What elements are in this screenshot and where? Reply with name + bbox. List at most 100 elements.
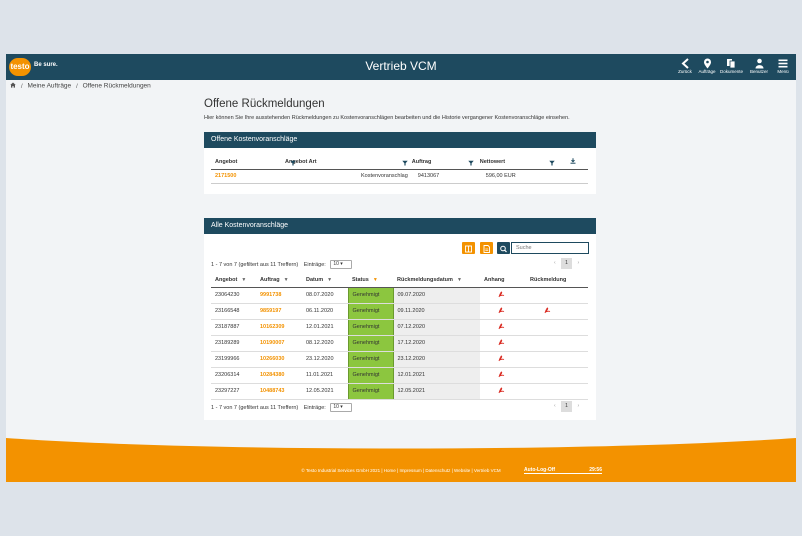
table-row[interactable]: 23189289 10190007 08.12.2020 Genehmigt 17.12… xyxy=(211,335,588,352)
quote-number: 23199966 xyxy=(211,351,256,368)
table-row[interactable]: 2171500 Kostenvoranschlag 9413067 596,00… xyxy=(211,169,588,184)
pager-top: ‹ 1 › xyxy=(554,258,579,269)
next-page-button[interactable]: › xyxy=(577,403,579,409)
response-cell xyxy=(526,335,588,352)
response-cell xyxy=(526,351,588,368)
home-icon[interactable] xyxy=(10,82,16,88)
nav-menu-label: Menü xyxy=(777,69,789,74)
col-datum[interactable]: Datum ▼ xyxy=(302,274,348,288)
table-row[interactable]: 23297227 10488743 12.05.2021 Genehmigt 12.05… xyxy=(211,383,588,400)
table-row[interactable]: 23199966 10266030 23.12.2020 Genehmigt 23.12… xyxy=(211,351,588,368)
table-row[interactable]: 23187887 10162309 12.01.2021 Genehmigt 07.12… xyxy=(211,319,588,336)
quote-number: 23297227 xyxy=(211,383,256,400)
search-input[interactable] xyxy=(511,242,589,254)
filter-info: 1 - 7 von 7 (gefiltert aus 11 Treffern) xyxy=(211,261,299,268)
order-link[interactable]: 10284380 xyxy=(260,372,284,378)
quote-link[interactable]: 2171500 xyxy=(215,173,236,179)
response-date: 12.01.2021 xyxy=(393,367,480,384)
quote-type: Kostenvoranschlag xyxy=(281,169,408,184)
response-date: 09.07.2020 xyxy=(393,287,480,304)
nav-documents-label: Dokumente xyxy=(720,69,744,74)
breadcrumb-my-orders[interactable]: Meine Aufträge xyxy=(27,83,71,90)
col-angebot[interactable]: Angebot xyxy=(211,156,281,170)
entries-select[interactable]: 10 ▾ xyxy=(330,403,353,412)
columns-icon xyxy=(465,245,472,253)
entries-label: Einträge: xyxy=(303,261,326,268)
pdf-icon[interactable] xyxy=(498,323,505,330)
table-row[interactable]: 23166548 9859197 06.11.2020 Genehmigt 09.11.… xyxy=(211,303,588,320)
attachment-cell xyxy=(480,367,526,384)
filter-icon[interactable] xyxy=(402,160,408,166)
pdf-icon[interactable] xyxy=(498,339,505,346)
nav-documents-button[interactable]: Dokumente xyxy=(720,56,744,78)
open-quotes-panel: Offene Kostenvoranschläge Angebot Angebo… xyxy=(204,132,596,194)
order-link[interactable]: 10190007 xyxy=(260,340,284,346)
pdf-icon[interactable] xyxy=(498,387,505,394)
nav-menu-button[interactable]: Menü xyxy=(772,56,794,78)
pdf-icon[interactable] xyxy=(498,371,505,378)
quote-date: 12.05.2021 xyxy=(302,383,348,400)
table-row[interactable]: 23206314 10284380 11.01.2021 Genehmigt 12.01… xyxy=(211,367,588,384)
prev-page-button[interactable]: ‹ xyxy=(554,260,556,266)
col-rueckmeldungsdatum[interactable]: Rückmeldungsdatum ▼ xyxy=(393,274,480,288)
page-1-button[interactable]: 1 xyxy=(561,258,573,269)
pdf-icon[interactable] xyxy=(498,355,505,362)
col-status[interactable]: Status ▼ xyxy=(348,274,393,288)
pdf-icon[interactable] xyxy=(498,307,505,314)
table-info-bottom: 1 - 7 von 7 (gefiltert aus 11 Treffern) … xyxy=(211,403,353,412)
col-rueckmeldung: Rückmeldung xyxy=(526,274,588,288)
col-actions xyxy=(559,156,588,170)
attachment-cell xyxy=(480,287,526,304)
response-cell xyxy=(526,287,588,304)
filter-icon[interactable] xyxy=(290,160,296,166)
order-link[interactable]: 10266030 xyxy=(260,356,284,362)
status-badge: Genehmigt xyxy=(347,351,394,368)
status-badge: Genehmigt xyxy=(347,367,394,384)
response-date: 12.05.2021 xyxy=(393,383,480,400)
page-title: Offene Rückmeldungen xyxy=(204,98,325,110)
col-auftrag[interactable]: Auftrag xyxy=(407,156,476,170)
response-date: 09.11.2020 xyxy=(393,303,480,320)
response-cell xyxy=(526,383,588,400)
nav-back-button[interactable]: Zurück xyxy=(674,56,696,78)
col-angebot[interactable]: Angebot ▼ xyxy=(211,274,256,288)
prev-page-button[interactable]: ‹ xyxy=(554,403,556,409)
order-number: 9413067 xyxy=(407,169,476,184)
pdf-icon[interactable] xyxy=(498,291,505,298)
entries-select[interactable]: 10 ▾ xyxy=(330,260,353,269)
table-row[interactable]: 23064230 9991738 08.07.2020 Genehmigt 09.07.… xyxy=(211,287,588,304)
col-nettowert[interactable]: Nettowert xyxy=(475,156,560,170)
order-link[interactable]: 9859197 xyxy=(260,308,281,314)
nav-user-button[interactable]: Benutzer xyxy=(748,56,770,78)
response-cell xyxy=(526,303,588,320)
next-page-button[interactable]: › xyxy=(577,260,579,266)
pager-bottom: ‹ 1 › xyxy=(554,401,579,412)
nav-orders-button[interactable]: Aufträge xyxy=(696,56,718,78)
order-link[interactable]: 10162309 xyxy=(260,324,284,330)
status-badge: Genehmigt xyxy=(347,319,394,336)
net-value: 596,00 EUR xyxy=(475,169,560,184)
quote-number: 23166548 xyxy=(211,303,256,320)
all-quotes-table: Angebot ▼ Auftrag ▼ Datum ▼ Status ▼ Rückmel… xyxy=(211,274,588,400)
order-link[interactable]: 10488743 xyxy=(260,388,284,394)
download-icon[interactable] xyxy=(570,158,576,164)
open-quotes-title: Offene Kostenvoranschläge xyxy=(204,132,596,148)
col-auftrag[interactable]: Auftrag ▼ xyxy=(256,274,302,288)
page-1-button[interactable]: 1 xyxy=(561,401,573,412)
search-button[interactable] xyxy=(497,242,510,254)
filter-icon[interactable] xyxy=(549,160,555,166)
quote-number: 23064230 xyxy=(211,287,256,304)
status-badge: Genehmigt xyxy=(347,287,394,304)
response-date: 07.12.2020 xyxy=(393,319,480,336)
order-link[interactable]: 9991738 xyxy=(260,292,281,298)
export-button[interactable] xyxy=(480,242,493,254)
auto-logoff: Auto-Log-Off 29:56 xyxy=(524,467,602,474)
open-quotes-table: Angebot Angebot Art Auftrag Nettowert 21… xyxy=(211,156,588,184)
pdf-icon[interactable] xyxy=(544,307,551,314)
columns-button[interactable] xyxy=(462,242,475,254)
attachment-cell xyxy=(480,335,526,352)
col-angebot-art[interactable]: Angebot Art xyxy=(281,156,408,170)
footer-links[interactable]: © Testo Industrial Services GmbH 2021 | … xyxy=(6,468,796,473)
filter-icon[interactable] xyxy=(468,160,474,166)
quote-date: 11.01.2021 xyxy=(302,367,348,384)
